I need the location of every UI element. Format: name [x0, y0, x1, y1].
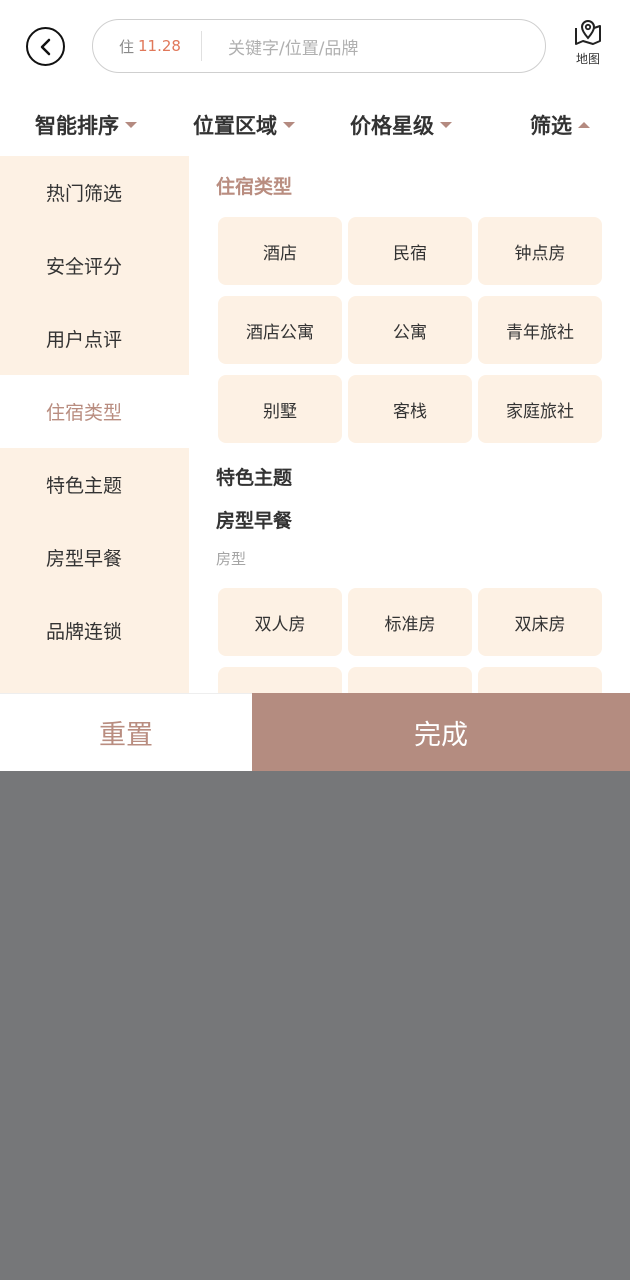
- option-partial[interactable]: [478, 667, 602, 693]
- room-breakfast-title: 房型早餐: [216, 510, 293, 532]
- sort-filter[interactable]: 筛选: [530, 110, 590, 140]
- search-input[interactable]: 关键字/位置/品牌: [228, 34, 358, 59]
- option-apartment[interactable]: 公寓: [348, 296, 472, 364]
- map-pin-icon: [575, 20, 601, 45]
- filter-options-panel[interactable]: 住宿类型 酒店 民宿 钟点房 酒店公寓 公寓 青年旅社 别墅 客栈 家庭旅社 特…: [189, 156, 630, 693]
- sort-location[interactable]: 位置区域: [193, 110, 295, 140]
- option-homestay[interactable]: 民宿: [348, 217, 472, 285]
- search-bar[interactable]: 住 11.28 关键字/位置/品牌: [92, 19, 546, 73]
- top-header: 住 11.28 关键字/位置/品牌 地图: [0, 0, 630, 96]
- option-double-room[interactable]: 双人房: [218, 588, 342, 656]
- reset-button[interactable]: 重置: [0, 693, 252, 771]
- option-inn[interactable]: 客栈: [348, 375, 472, 443]
- caret-down-icon: [283, 122, 295, 128]
- stay-label: 住: [119, 37, 135, 56]
- side-item-lodging-type[interactable]: 住宿类型: [0, 375, 189, 448]
- side-item-safety[interactable]: 安全评分: [0, 229, 189, 302]
- caret-up-icon: [578, 122, 590, 128]
- sort-location-label: 位置区域: [193, 114, 277, 138]
- lodging-type-title: 住宿类型: [216, 176, 293, 198]
- sort-smart[interactable]: 智能排序: [35, 110, 137, 140]
- sort-price-star[interactable]: 价格星级: [350, 110, 452, 140]
- sort-filter-label: 筛选: [530, 114, 572, 138]
- stay-date[interactable]: 11.28: [138, 37, 181, 55]
- caret-down-icon: [440, 122, 452, 128]
- option-twin-room[interactable]: 双床房: [478, 588, 602, 656]
- search-divider: [200, 31, 202, 61]
- dim-overlay[interactable]: [0, 771, 630, 1280]
- option-hotel-apartment[interactable]: 酒店公寓: [218, 296, 342, 364]
- room-subtitle: 房型: [216, 550, 247, 568]
- option-hotel[interactable]: 酒店: [218, 217, 342, 285]
- map-label: 地图: [575, 52, 600, 66]
- sort-smart-label: 智能排序: [35, 114, 119, 138]
- filter-category-menu: 热门筛选 安全评分 用户点评 住宿类型 特色主题 房型早餐 品牌连锁: [0, 156, 189, 693]
- side-item-brand[interactable]: 品牌连锁: [0, 594, 189, 667]
- option-hourly-room[interactable]: 钟点房: [478, 217, 602, 285]
- side-item-reviews[interactable]: 用户点评: [0, 302, 189, 375]
- side-item-hot[interactable]: 热门筛选: [0, 156, 189, 229]
- side-item-room-breakfast[interactable]: 房型早餐: [0, 521, 189, 594]
- option-villa[interactable]: 别墅: [218, 375, 342, 443]
- side-item-theme[interactable]: 特色主题: [0, 448, 189, 521]
- option-family-hostel[interactable]: 家庭旅社: [478, 375, 602, 443]
- caret-down-icon: [125, 122, 137, 128]
- chevron-left-icon: [40, 38, 50, 55]
- sort-bar: 智能排序 位置区域 价格星级 筛选: [0, 96, 630, 156]
- option-standard-room[interactable]: 标准房: [348, 588, 472, 656]
- theme-title: 特色主题: [216, 467, 293, 489]
- back-button[interactable]: [26, 27, 65, 66]
- sort-price-star-label: 价格星级: [350, 114, 434, 138]
- done-button[interactable]: 完成: [252, 693, 630, 771]
- option-partial[interactable]: [218, 667, 342, 693]
- option-youth-hostel[interactable]: 青年旅社: [478, 296, 602, 364]
- map-button[interactable]: 地图: [566, 20, 610, 76]
- option-partial[interactable]: [348, 667, 472, 693]
